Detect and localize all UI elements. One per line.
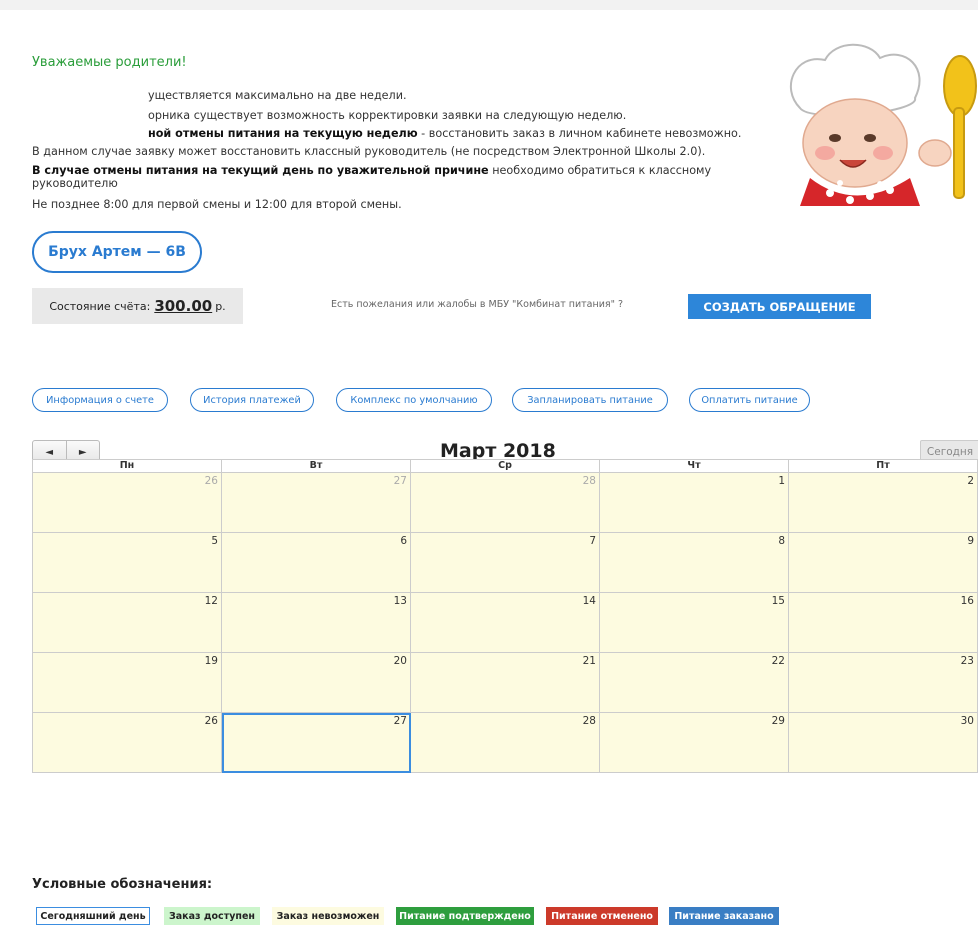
create-request-button[interactable]: СОЗДАТЬ ОБРАЩЕНИЕ bbox=[688, 294, 871, 319]
notice-line: уществляется максимально на две недели. bbox=[148, 89, 407, 102]
weekday-header: Пн bbox=[32, 459, 222, 473]
calendar-day[interactable]: 14 bbox=[410, 592, 600, 653]
calendar-day[interactable]: 29 bbox=[599, 712, 789, 773]
student-selector-button[interactable]: Брух Артем — 6В bbox=[32, 231, 202, 273]
legend-order-available: Заказ доступен bbox=[164, 907, 260, 925]
notice-line: руководителю bbox=[32, 177, 118, 190]
balance-amount[interactable]: 300.00 bbox=[154, 297, 212, 315]
calendar-day[interactable]: 27 bbox=[221, 472, 411, 533]
calendar-day[interactable]: 16 bbox=[788, 592, 978, 653]
calendar-day[interactable]: 1 bbox=[599, 472, 789, 533]
calendar-day[interactable]: 9 bbox=[788, 532, 978, 593]
notice-line: ной отмены питания на текущую неделю - в… bbox=[148, 127, 741, 140]
calendar-day[interactable]: 7 bbox=[410, 532, 600, 593]
calendar-day[interactable]: 5 bbox=[32, 532, 222, 593]
weekday-header: Вт bbox=[221, 459, 411, 473]
calendar-day[interactable]: 28 bbox=[410, 472, 600, 533]
notice-bold: В случае отмены питания на текущий день … bbox=[32, 164, 489, 177]
calendar-day[interactable]: 21 bbox=[410, 652, 600, 713]
payment-history-button[interactable]: История платежей bbox=[190, 388, 314, 412]
weekday-header: Пт bbox=[788, 459, 978, 473]
account-balance: Состояние счёта: 300.00 р. bbox=[32, 288, 243, 324]
notice-line: орника существует возможность корректиро… bbox=[148, 109, 627, 122]
legend-today: Сегодняшний день bbox=[36, 907, 150, 925]
calendar-day[interactable]: 19 bbox=[32, 652, 222, 713]
greeting-heading: Уважаемые родители! bbox=[32, 55, 187, 70]
calendar-day[interactable]: 2 bbox=[788, 472, 978, 533]
complaint-prompt: Есть пожелания или жалобы в МБУ "Комбина… bbox=[331, 299, 624, 310]
calendar-day[interactable]: 15 bbox=[599, 592, 789, 653]
calendar-day[interactable]: 13 bbox=[221, 592, 411, 653]
calendar-day[interactable]: 12 bbox=[32, 592, 222, 653]
legend-meal-ordered: Питание заказано bbox=[669, 907, 779, 925]
calendar-grid: Пн Вт Ср Чт Пт 26 27 28 1 2 5 6 7 8 9 12… bbox=[32, 459, 978, 773]
notice-line: Не позднее 8:00 для первой смены и 12:00… bbox=[32, 198, 402, 211]
account-info-button[interactable]: Информация о счете bbox=[32, 388, 168, 412]
legend-title: Условные обозначения: bbox=[32, 877, 213, 892]
weekday-header: Ср bbox=[410, 459, 600, 473]
calendar-day[interactable]: 20 bbox=[221, 652, 411, 713]
calendar-day[interactable]: 26 bbox=[32, 472, 222, 533]
calendar-day[interactable]: 28 bbox=[410, 712, 600, 773]
notice-line: В случае отмены питания на текущий день … bbox=[32, 164, 711, 177]
notice-line: В данном случае заявку может восстановит… bbox=[32, 145, 706, 158]
notice-bold: ной отмены питания на текущую неделю bbox=[148, 127, 418, 140]
calendar-day[interactable]: 22 bbox=[599, 652, 789, 713]
calendar-day[interactable]: 6 bbox=[221, 532, 411, 593]
legend-meal-cancelled: Питание отменено bbox=[546, 907, 658, 925]
plan-meals-button[interactable]: Запланировать питание bbox=[512, 388, 668, 412]
balance-currency: р. bbox=[215, 299, 226, 313]
legend-meal-confirmed: Питание подтверждено bbox=[396, 907, 534, 925]
calendar-day[interactable]: 8 bbox=[599, 532, 789, 593]
calendar-day[interactable]: 23 bbox=[788, 652, 978, 713]
notice-text: - восстановить заказ в личном кабинете н… bbox=[417, 127, 742, 140]
top-bar bbox=[0, 0, 978, 10]
legend-order-unavailable: Заказ невозможен bbox=[272, 907, 384, 925]
weekday-header: Чт bbox=[599, 459, 789, 473]
calendar-day[interactable]: 26 bbox=[32, 712, 222, 773]
balance-label: Состояние счёта: bbox=[49, 299, 151, 313]
calendar-day[interactable]: 30 bbox=[788, 712, 978, 773]
default-menu-button[interactable]: Комплекс по умолчанию bbox=[336, 388, 492, 412]
notice-text: необходимо обратиться к классному bbox=[488, 164, 712, 177]
calendar-day-today[interactable]: 27 bbox=[221, 712, 411, 773]
pay-meals-button[interactable]: Оплатить питание bbox=[689, 388, 810, 412]
chef-illustration bbox=[789, 43, 977, 206]
